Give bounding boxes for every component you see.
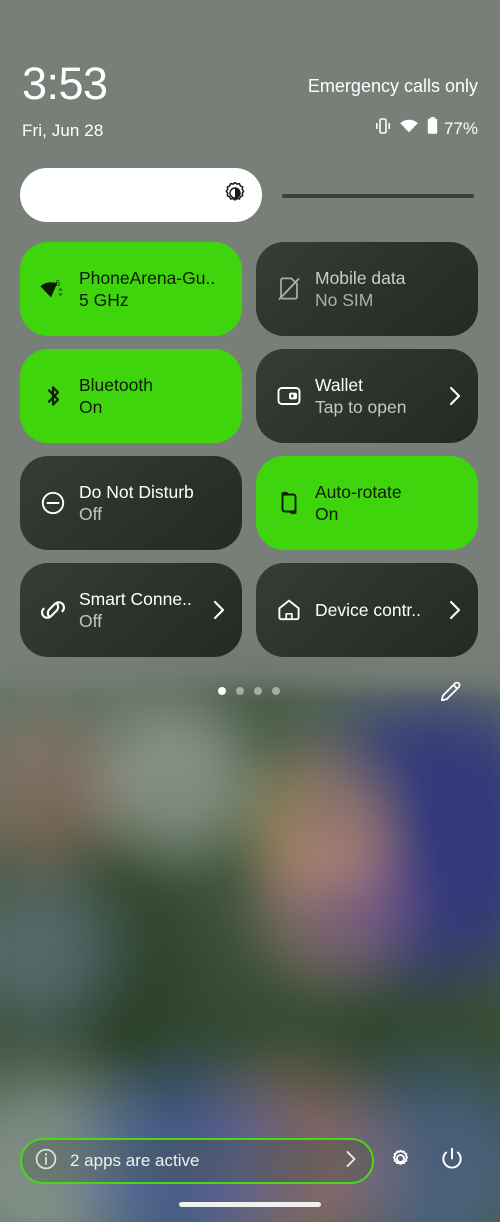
- power-icon: [439, 1146, 465, 1177]
- do-not-disturb-icon: [38, 488, 68, 518]
- clock[interactable]: 3:53: [22, 61, 108, 106]
- system-icons: 77%: [308, 117, 478, 140]
- tile-wallet-title: Wallet: [315, 374, 363, 395]
- vibrate-icon: [375, 117, 391, 140]
- tile-wifi-title: PhoneArena-Gu..: [79, 267, 216, 288]
- brightness-icon: [223, 181, 247, 210]
- active-apps-label: 2 apps are active: [70, 1151, 200, 1170]
- page-dot-3[interactable]: [254, 687, 262, 695]
- pencil-icon[interactable]: [438, 678, 464, 709]
- quick-settings-panel: 3:53 Fri, Jun 28 Emergency calls only 77…: [0, 0, 500, 1222]
- tile-mobile-data-text: Mobile data No SIM: [315, 267, 464, 312]
- footer-bar: 2 apps are active: [20, 1138, 478, 1184]
- tile-do-not-disturb-title: Do Not Disturb: [79, 481, 194, 502]
- clock-block: 3:53 Fri, Jun 28: [22, 61, 108, 141]
- tile-bluetooth-subtitle: On: [79, 396, 103, 417]
- page-dot-4[interactable]: [272, 687, 280, 695]
- status-right: Emergency calls only 77%: [308, 62, 478, 140]
- tile-mobile-data[interactable]: Mobile data No SIM: [256, 242, 478, 336]
- quick-settings-tiles: 6 PhoneArena-Gu.. 5 GHz Mobile data No S…: [20, 242, 478, 657]
- tile-wallet-text: Wallet Tap to open: [315, 374, 442, 419]
- tile-bluetooth-title: Bluetooth: [79, 374, 153, 395]
- tile-auto-rotate[interactable]: Auto-rotate On: [256, 456, 478, 550]
- smart-connect-icon: [38, 595, 68, 625]
- svg-text:6: 6: [56, 279, 61, 288]
- tile-wifi[interactable]: 6 PhoneArena-Gu.. 5 GHz: [20, 242, 242, 336]
- gear-icon: [387, 1145, 414, 1177]
- status-bar: 3:53 Fri, Jun 28 Emergency calls only 77…: [0, 0, 500, 141]
- tile-wifi-subtitle: 5 GHz: [79, 289, 129, 310]
- bluetooth-icon: [38, 381, 68, 411]
- tile-auto-rotate-subtitle: On: [315, 503, 339, 524]
- tile-device-controls-text: Device contr..: [315, 599, 442, 621]
- battery-percent: 77%: [443, 118, 478, 138]
- auto-rotate-icon: [274, 488, 304, 518]
- active-apps-button[interactable]: 2 apps are active: [20, 1138, 374, 1184]
- info-icon: [34, 1147, 58, 1176]
- carrier-label: Emergency calls only: [307, 76, 478, 96]
- tile-wallet[interactable]: Wallet Tap to open: [256, 349, 478, 443]
- settings-button[interactable]: [374, 1138, 426, 1184]
- wallet-icon: [274, 381, 304, 411]
- tile-mobile-data-subtitle: No SIM: [315, 289, 374, 310]
- tile-smart-connect[interactable]: Smart Conne.. Off: [20, 563, 242, 657]
- brightness-slider[interactable]: [20, 168, 478, 222]
- tile-wallet-subtitle: Tap to open: [315, 396, 407, 417]
- chevron-right-icon[interactable]: [210, 599, 228, 621]
- chevron-right-icon[interactable]: [446, 599, 464, 621]
- brightness-track-fill[interactable]: [20, 168, 262, 222]
- wifi-icon: [399, 118, 419, 139]
- home-indicator[interactable]: [179, 1202, 321, 1207]
- tile-device-controls[interactable]: Device contr..: [256, 563, 478, 657]
- chevron-right-icon[interactable]: [344, 1149, 358, 1174]
- pager-row: [20, 676, 478, 706]
- chevron-right-icon[interactable]: [446, 385, 464, 407]
- tile-do-not-disturb-subtitle: Off: [79, 503, 103, 524]
- tile-wifi-text: PhoneArena-Gu.. 5 GHz: [79, 267, 228, 312]
- date[interactable]: Fri, Jun 28: [22, 121, 108, 141]
- tile-bluetooth-text: Bluetooth On: [79, 374, 228, 419]
- brightness-track-remainder: [282, 194, 474, 198]
- sim-off-icon: [274, 274, 304, 304]
- tile-smart-connect-subtitle: Off: [79, 610, 103, 631]
- tile-mobile-data-title: Mobile data: [315, 267, 406, 288]
- power-button[interactable]: [426, 1138, 478, 1184]
- home-icon: [274, 595, 304, 625]
- tile-auto-rotate-title: Auto-rotate: [315, 481, 402, 502]
- tile-do-not-disturb[interactable]: Do Not Disturb Off: [20, 456, 242, 550]
- tile-bluetooth[interactable]: Bluetooth On: [20, 349, 242, 443]
- page-dot-1[interactable]: [218, 687, 226, 695]
- page-indicator[interactable]: [218, 687, 280, 695]
- page-dot-2[interactable]: [236, 687, 244, 695]
- battery-icon: [427, 117, 438, 140]
- tile-smart-connect-text: Smart Conne.. Off: [79, 588, 206, 633]
- tile-smart-connect-title: Smart Conne..: [79, 588, 192, 609]
- wifi-icon: 6: [38, 274, 68, 304]
- tile-do-not-disturb-text: Do Not Disturb Off: [79, 481, 228, 526]
- tile-auto-rotate-text: Auto-rotate On: [315, 481, 464, 526]
- tile-device-controls-title: Device contr..: [315, 600, 422, 620]
